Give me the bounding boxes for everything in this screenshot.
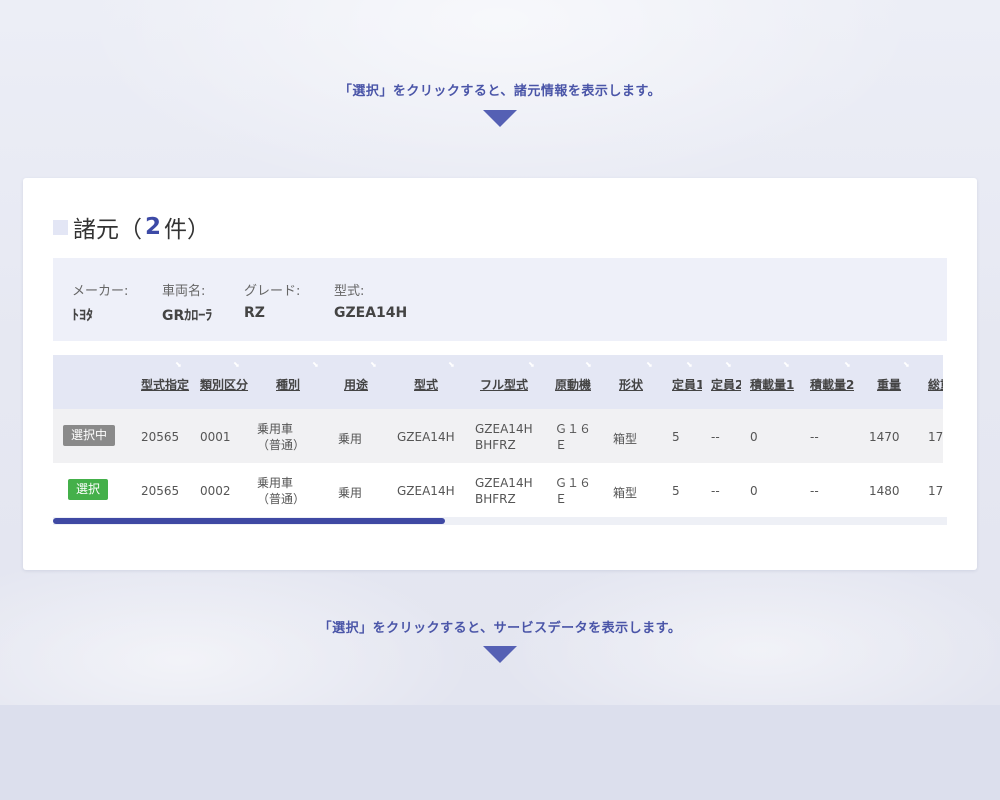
column-header[interactable]: 型式 xyxy=(414,376,438,393)
section-title: 諸元（ 2 件） xyxy=(53,212,211,243)
table-viewport: ⬊ 型式指定 ⬊ 類別区分 ⬊ 種別 ⬊ 用途 ⬊ 型式 ⬊ フル型式 ⬊ 原動… xyxy=(53,355,943,517)
sort-icon[interactable]: ⬊ xyxy=(903,361,910,369)
sort-icon[interactable]: ⬊ xyxy=(844,361,851,369)
table-cell: -- xyxy=(810,430,819,444)
column-header[interactable]: 総重 xyxy=(928,376,943,393)
column-header[interactable]: 類別区分 xyxy=(200,376,250,393)
table-cell: 1470 xyxy=(869,430,900,444)
grade-info: グレード: RZ xyxy=(244,280,300,321)
table-cell: 0001 xyxy=(200,430,231,444)
sort-icon[interactable]: ⬊ xyxy=(783,361,790,369)
table-cell: 5 xyxy=(672,430,680,444)
column-header[interactable]: 原動機 xyxy=(555,376,591,393)
table-cell: 箱型 xyxy=(613,486,638,500)
column-header[interactable]: 型式指定 xyxy=(141,376,191,393)
grade-value: RZ xyxy=(244,305,265,321)
table-header: ⬊ 型式指定 ⬊ 類別区分 ⬊ 種別 ⬊ 用途 ⬊ 型式 ⬊ フル型式 ⬊ 原動… xyxy=(53,355,943,409)
column-header[interactable]: 用途 xyxy=(344,376,368,393)
table-cell: GZEA14H xyxy=(397,484,455,498)
maker-value: ﾄﾖﾀ xyxy=(72,308,93,324)
model-value: GZEA14H xyxy=(334,305,408,321)
grade-label: グレード: xyxy=(244,284,301,299)
table-cell: 0 xyxy=(750,430,758,444)
table-cell: GZEA14H BHFRZ xyxy=(475,422,533,452)
section-title-text: 諸元（ xyxy=(73,217,142,243)
table-cell: Ｇ１６ Ｅ xyxy=(555,476,592,506)
vehicle-name-label: 車両名: xyxy=(162,284,206,299)
sort-icon[interactable]: ⬊ xyxy=(528,361,535,369)
table-cell: 1480 xyxy=(869,484,900,498)
table-cell: 乗用 xyxy=(338,486,363,500)
table-cell: 0 xyxy=(750,484,758,498)
maker-label: メーカー: xyxy=(72,284,129,299)
column-header[interactable]: 定員2 xyxy=(711,376,741,393)
table-cell: -- xyxy=(810,484,819,498)
table-cell: 174 xyxy=(928,430,943,444)
specs-table[interactable]: ⬊ 型式指定 ⬊ 類別区分 ⬊ 種別 ⬊ 用途 ⬊ 型式 ⬊ フル型式 ⬊ 原動… xyxy=(53,355,947,525)
table-cell: 5 xyxy=(672,484,680,498)
sort-icon[interactable]: ⬊ xyxy=(448,361,455,369)
column-header[interactable]: 種別 xyxy=(276,376,300,393)
section-title-suffix: 件） xyxy=(164,217,211,243)
sort-icon[interactable]: ⬊ xyxy=(686,361,693,369)
sort-icon[interactable]: ⬊ xyxy=(312,361,319,369)
background-footer xyxy=(0,705,1000,800)
hint-specs: 「選択」をクリックすると、諸元情報を表示します。 xyxy=(338,84,662,99)
vehicle-name-value: GRｶﾛｰﾗ xyxy=(162,308,213,324)
sort-icon[interactable]: ⬊ xyxy=(370,361,377,369)
table-cell: GZEA14H BHFRZ xyxy=(475,476,533,506)
sort-icon[interactable]: ⬊ xyxy=(175,361,182,369)
column-header[interactable]: 形状 xyxy=(619,376,643,393)
column-header[interactable]: 積載量1 xyxy=(750,376,794,393)
column-header[interactable]: 積載量2 xyxy=(810,376,854,393)
table-cell: 175 xyxy=(928,484,943,498)
table-cell: Ｇ１６ Ｅ xyxy=(555,422,592,452)
table-cell: 箱型 xyxy=(613,432,638,446)
table-cell: 20565 xyxy=(141,430,180,444)
vehicle-info: メーカー: ﾄﾖﾀ 車両名: GRｶﾛｰﾗ グレード: RZ 型式: GZEA1… xyxy=(53,258,947,341)
table-cell: 20565 xyxy=(141,484,180,498)
table-cell: 0002 xyxy=(200,484,231,498)
table-cell: 乗用車 （普通） xyxy=(257,476,306,506)
column-header[interactable]: フル型式 xyxy=(480,376,528,393)
hint-service-data: 「選択」をクリックすると、サービスデータを表示します。 xyxy=(318,621,682,636)
vehicle-name-info: 車両名: GRｶﾛｰﾗ xyxy=(162,280,212,325)
model-label: 型式: xyxy=(334,284,365,299)
down-arrow-icon xyxy=(483,646,517,663)
down-arrow-icon xyxy=(483,110,517,127)
column-header[interactable]: 重量 xyxy=(877,376,901,393)
result-count: 2 xyxy=(145,214,162,240)
maker-info: メーカー: ﾄﾖﾀ xyxy=(72,280,128,325)
table-cell: 乗用車 （普通） xyxy=(257,422,306,452)
table-cell: -- xyxy=(711,430,720,444)
sort-icon[interactable]: ⬊ xyxy=(233,361,240,369)
title-marker-icon xyxy=(53,219,68,235)
column-header[interactable]: 定員1 xyxy=(672,376,702,393)
model-info: 型式: GZEA14H xyxy=(334,280,407,321)
select-button[interactable]: 選択 xyxy=(68,479,109,500)
table-cell: GZEA14H xyxy=(397,430,455,444)
table-row: 選択 20565 0002 乗用車 （普通） 乗用 GZEA14H GZEA14… xyxy=(53,463,943,517)
selected-badge[interactable]: 選択中 xyxy=(63,425,116,446)
scrollbar-thumb[interactable] xyxy=(53,518,445,524)
table-cell: -- xyxy=(711,484,720,498)
specs-card: 諸元（ 2 件） メーカー: ﾄﾖﾀ 車両名: GRｶﾛｰﾗ グレード: RZ … xyxy=(23,178,977,570)
table-cell: 乗用 xyxy=(338,432,363,446)
sort-icon[interactable]: ⬊ xyxy=(646,361,653,369)
sort-icon[interactable]: ⬊ xyxy=(725,361,732,369)
sort-icon[interactable]: ⬊ xyxy=(585,361,592,369)
table-row: 選択中 20565 0001 乗用車 （普通） 乗用 GZEA14H GZEA1… xyxy=(53,409,943,463)
